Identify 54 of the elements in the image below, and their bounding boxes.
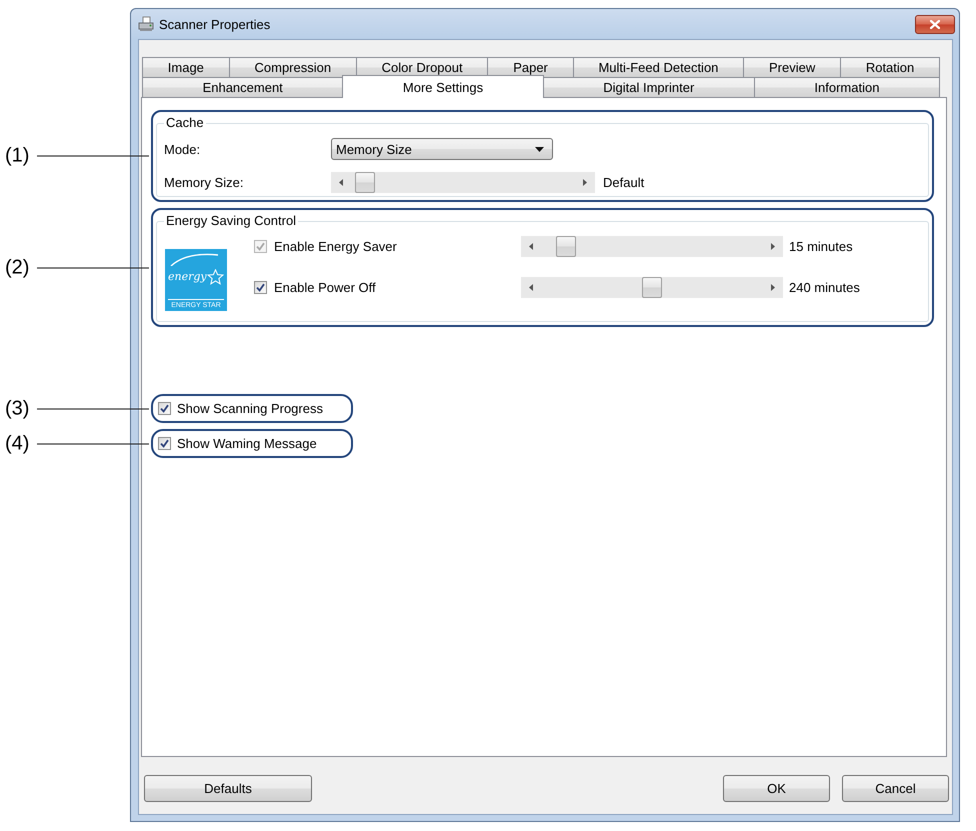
slider-value: 15 minutes [789, 239, 854, 254]
tab[interactable]: Multi-Feed Detection [572, 57, 744, 77]
left-arrow-icon[interactable] [339, 179, 343, 186]
check-icon [256, 283, 265, 292]
slider-thumb[interactable] [642, 277, 662, 298]
tab[interactable]: Preview [743, 57, 842, 77]
checkbox-label: Enable Power Off [274, 280, 377, 295]
checkbox-label: Show Scanning Progress [177, 401, 323, 416]
check-icon [160, 439, 169, 448]
field-label: Memory Size: [164, 175, 244, 190]
callout-label: (3) [5, 397, 30, 420]
checkbox[interactable] [158, 402, 171, 415]
slider-track[interactable] [521, 277, 783, 298]
group-title: Cache [165, 115, 205, 131]
window-title: Scanner Properties [159, 16, 270, 32]
tab[interactable]: Compression [228, 57, 357, 77]
scanner-icon [138, 16, 154, 32]
callout-label: (2) [5, 256, 30, 279]
slider-track[interactable] [521, 236, 783, 257]
checkbox[interactable] [158, 437, 171, 450]
dialog-button[interactable]: OK [723, 775, 830, 802]
right-arrow-icon[interactable] [583, 179, 587, 186]
callout-label: (4) [5, 432, 30, 455]
dropdown[interactable]: Memory Size [331, 138, 553, 160]
right-arrow-icon[interactable] [771, 284, 775, 291]
left-arrow-icon[interactable] [529, 243, 533, 250]
checkbox[interactable] [254, 281, 267, 294]
slider-thumb[interactable] [355, 172, 376, 193]
dialog-button[interactable]: Cancel [842, 775, 949, 802]
tab[interactable]: More Settings [342, 75, 544, 98]
check-icon [160, 404, 169, 413]
dialog-button[interactable]: Defaults [144, 775, 312, 802]
checkbox-label: Show Waming Message [177, 436, 317, 451]
tab[interactable]: Information [754, 77, 940, 97]
slider-value: Default [603, 175, 646, 190]
checkbox-label: Enable Energy Saver [274, 239, 398, 254]
logo-script: energy [168, 271, 207, 283]
right-arrow-icon[interactable] [771, 243, 775, 250]
star-icon [207, 269, 224, 285]
close-button[interactable] [915, 14, 955, 34]
callout-label: (1) [5, 144, 30, 168]
slider-track[interactable] [331, 172, 595, 193]
left-arrow-icon[interactable] [529, 284, 533, 291]
caret-icon [535, 146, 544, 152]
check-icon [256, 242, 265, 251]
tab[interactable]: Paper [487, 57, 574, 77]
tab[interactable]: Image [142, 57, 230, 77]
slider-value: 240 minutes [789, 280, 860, 295]
tab[interactable]: Rotation [840, 57, 940, 77]
group-title: Energy Saving Control [165, 213, 298, 229]
tab[interactable]: Enhancement [142, 77, 344, 97]
close-icon [930, 20, 940, 28]
field-label: Mode: [164, 142, 202, 156]
tab[interactable]: Digital Imprinter [542, 77, 755, 97]
